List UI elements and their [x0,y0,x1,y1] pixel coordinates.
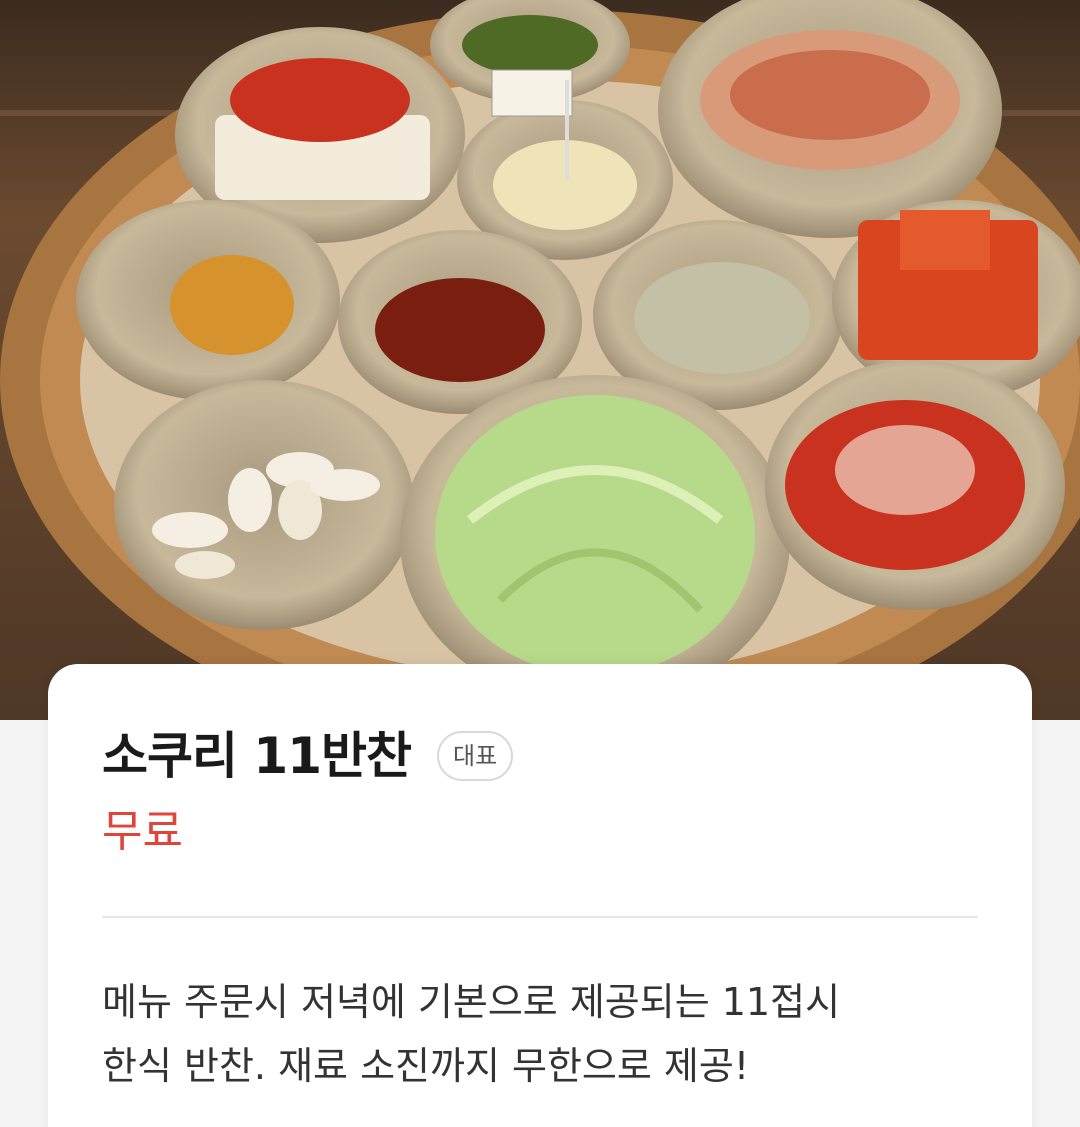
divider [102,916,978,918]
menu-item-price: 무료 [102,806,183,857]
representative-badge: 대표 [437,731,514,781]
menu-item-description: 메뉴 주문시 저녁에 기본으로 제공되는 11접시 한식 반찬. 재료 소진까지… [102,980,841,1088]
menu-detail-screen: 소쿠리 11반찬 대표 무료 메뉴 주문시 저녁에 기본으로 제공되는 11접시… [0,0,1080,1127]
menu-title-row: 소쿠리 11반찬 대표 [102,724,514,788]
menu-info-card: 소쿠리 11반찬 대표 무료 메뉴 주문시 저녁에 기본으로 제공되는 11접시… [48,664,1032,1127]
menu-item-name: 소쿠리 11반찬 [102,727,412,785]
menu-hero-image [0,0,1080,720]
banchan-photo [0,0,1080,720]
